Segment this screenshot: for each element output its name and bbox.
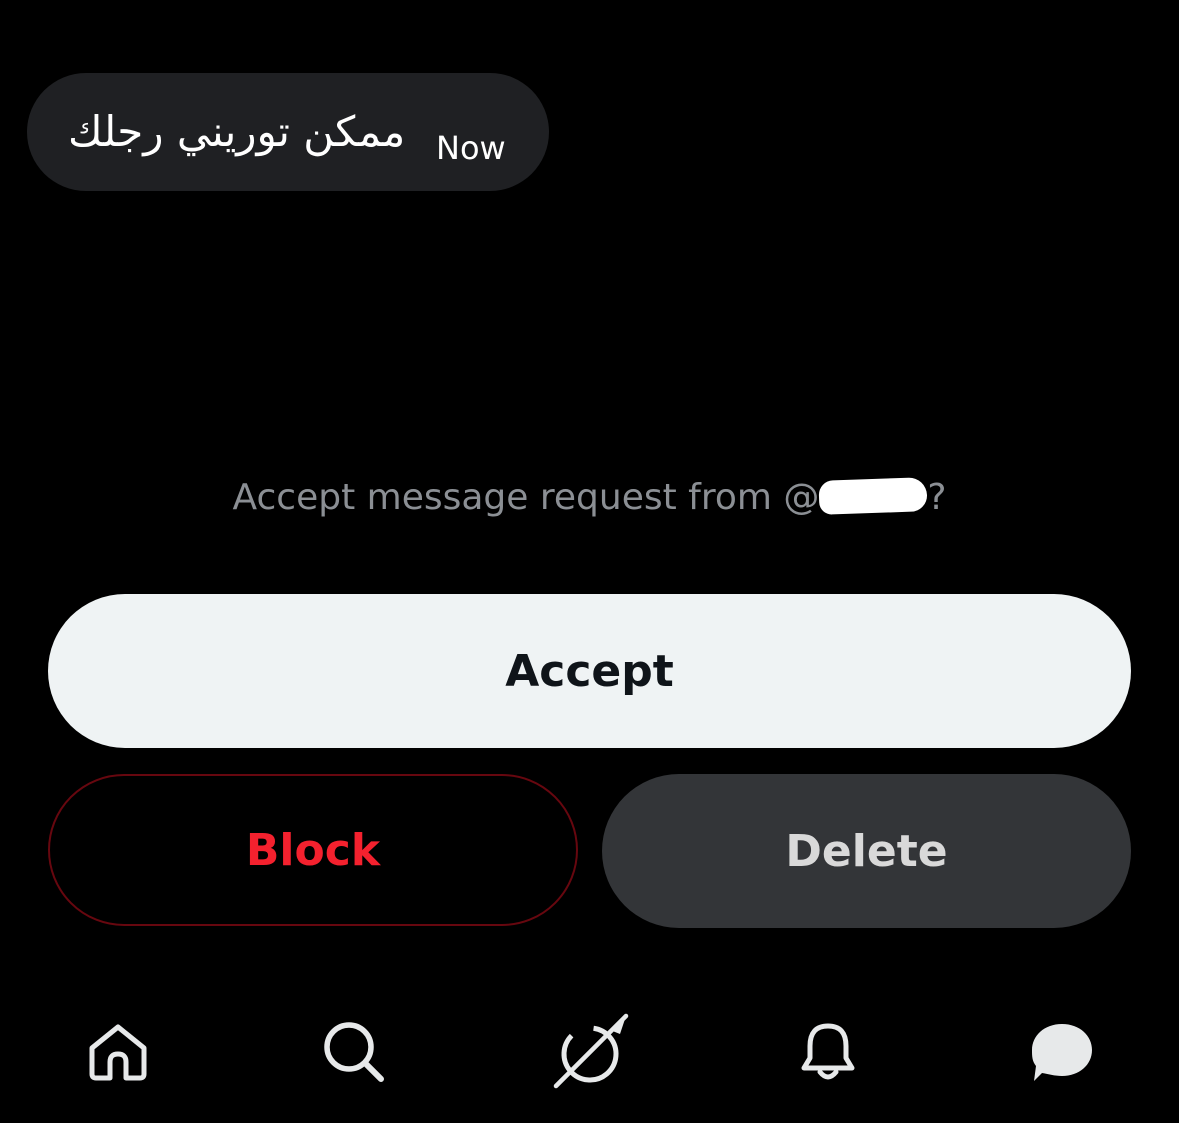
accept-button[interactable]: Accept: [48, 594, 1131, 748]
nav-messages[interactable]: [1022, 1012, 1102, 1092]
bottom-nav-bar: [0, 990, 1179, 1110]
messages-icon: [1032, 1024, 1092, 1081]
delete-button[interactable]: Delete: [602, 774, 1131, 928]
home-icon: [89, 1024, 147, 1081]
nav-grok[interactable]: [550, 1012, 630, 1092]
redacted-username: [818, 477, 928, 515]
block-button[interactable]: Block: [48, 774, 578, 926]
nav-notifications[interactable]: [788, 1012, 868, 1092]
search-icon: [324, 1022, 384, 1082]
grok-icon: [553, 1013, 629, 1089]
message-timestamp: Now: [436, 129, 506, 167]
message-text: ممكن توريني رجلك: [68, 107, 406, 156]
nav-search[interactable]: [314, 1012, 394, 1092]
prompt-suffix: ?: [927, 477, 947, 518]
bell-icon: [801, 1023, 855, 1080]
nav-home[interactable]: [78, 1012, 158, 1092]
prompt-prefix: Accept message request from @: [232, 477, 820, 518]
message-request-prompt: Accept message request from @?: [0, 474, 1179, 522]
